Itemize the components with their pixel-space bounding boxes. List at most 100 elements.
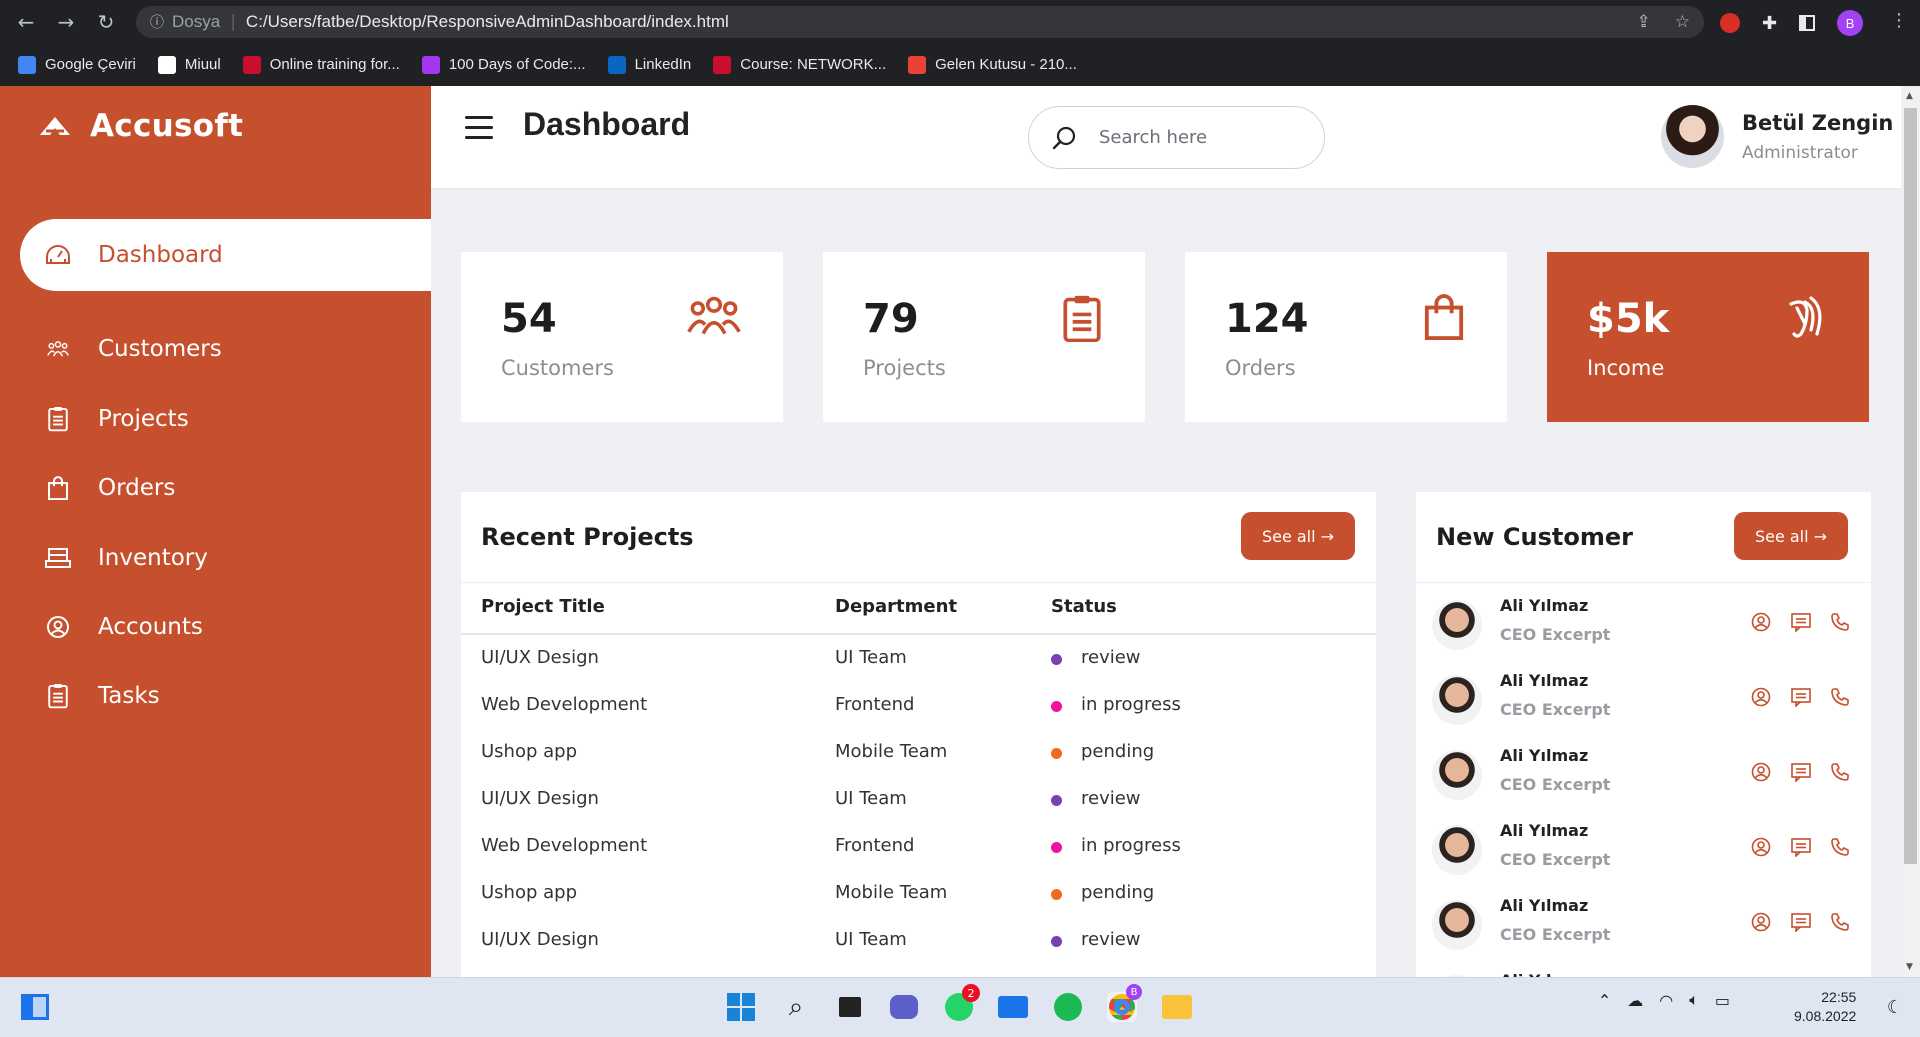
phone-icon[interactable] <box>1830 687 1850 707</box>
bookmark-item[interactable]: Miuul <box>157 55 221 74</box>
user-profile[interactable]: Betül Zengin Administrator <box>1661 105 1893 168</box>
stat-card-orders[interactable]: 124 Orders <box>1185 252 1507 422</box>
customer-avatar[interactable] <box>1432 600 1482 650</box>
message-icon[interactable] <box>1790 912 1812 932</box>
see-all-projects-button[interactable]: See all → <box>1241 512 1355 560</box>
table-row[interactable]: Web Development Frontend in progress <box>461 823 1376 870</box>
notifications-moon-icon[interactable]: ☾ <box>1880 992 1910 1022</box>
scrollbar-thumb[interactable] <box>1904 108 1917 864</box>
url-text[interactable]: C:/Users/fatbe/Desktop/ResponsiveAdminDa… <box>246 12 729 32</box>
hamburger-menu-icon[interactable] <box>465 116 493 146</box>
phone-icon[interactable] <box>1830 612 1850 632</box>
customer-avatar[interactable] <box>1432 900 1482 950</box>
bookmark-item[interactable]: Gelen Kutusu - 210... <box>908 55 1077 74</box>
table-row[interactable]: UI/UX Design UI Team review <box>461 917 1376 964</box>
sidebar-item-accounts[interactable]: Accounts <box>20 591 431 663</box>
bookmark-item[interactable]: Course: NETWORK... <box>713 55 886 74</box>
search-taskbar-icon[interactable]: ⌕ <box>781 992 811 1022</box>
column-header-title[interactable]: Project Title <box>481 596 605 617</box>
forward-icon[interactable]: → <box>46 10 86 34</box>
customer-avatar[interactable] <box>1432 675 1482 725</box>
message-icon[interactable] <box>1790 687 1812 707</box>
customer-name: Ali Yılmaz <box>1500 821 1589 840</box>
phone-icon[interactable] <box>1830 762 1850 782</box>
message-icon[interactable] <box>1790 762 1812 782</box>
table-row[interactable]: UI/UX Design UI Team review <box>461 776 1376 823</box>
customer-list-item[interactable]: Ali Yılmaz CEO Excerpt <box>1416 740 1871 815</box>
table-row[interactable]: UI/UX Design UI Team review <box>461 635 1376 682</box>
chevron-up-icon[interactable]: ⌃ <box>1598 991 1611 1010</box>
kebab-menu-icon[interactable]: ⋮ <box>1890 10 1908 31</box>
bookmark-item[interactable]: Google Çeviri <box>18 55 136 74</box>
message-icon[interactable] <box>1790 612 1812 632</box>
customer-avatar[interactable] <box>1432 825 1482 875</box>
task-view-icon[interactable] <box>835 992 865 1022</box>
sidebar-item-projects[interactable]: Projects <box>20 383 431 455</box>
profile-icon[interactable] <box>1751 837 1771 857</box>
side-panel-icon[interactable] <box>1799 15 1816 31</box>
bookmark-star-icon[interactable]: ☆ <box>1675 12 1690 32</box>
mail-icon[interactable] <box>998 992 1028 1022</box>
bookmark-item[interactable]: LinkedIn <box>607 55 692 74</box>
profile-icon[interactable] <box>1751 912 1771 932</box>
network-blocked-icon[interactable]: ☁ <box>1627 991 1643 1010</box>
column-header-department[interactable]: Department <box>835 596 957 617</box>
customer-avatar[interactable] <box>1432 750 1482 800</box>
column-header-status[interactable]: Status <box>1051 596 1117 617</box>
sidebar-item-tasks[interactable]: Tasks <box>20 660 431 732</box>
profile-icon[interactable] <box>1751 612 1771 632</box>
customer-list-item[interactable]: Ali Yılmaz <box>1416 965 1871 977</box>
page-scrollbar[interactable]: ▲ ▼ <box>1901 86 1920 977</box>
file-explorer-icon[interactable] <box>1162 992 1192 1022</box>
search-box[interactable] <box>1028 106 1325 169</box>
share-icon[interactable]: ⇪ <box>1637 12 1651 32</box>
table-row[interactable]: Web Development Frontend in progress <box>461 682 1376 729</box>
sidebar-item-orders[interactable]: Orders <box>20 452 431 524</box>
see-all-customers-button[interactable]: See all → <box>1734 512 1848 560</box>
customer-list-item[interactable]: Ali Yılmaz CEO Excerpt <box>1416 590 1871 665</box>
phone-icon[interactable] <box>1830 912 1850 932</box>
stat-card-projects[interactable]: 79 Projects <box>823 252 1145 422</box>
bookmark-label: LinkedIn <box>634 56 692 73</box>
customer-list-item[interactable]: Ali Yılmaz CEO Excerpt <box>1416 815 1871 890</box>
widgets-icon[interactable] <box>20 992 50 1022</box>
teams-chat-icon[interactable] <box>889 992 919 1022</box>
bookmark-item[interactable]: Online training for... <box>242 55 400 74</box>
sidebar-item-dashboard[interactable]: Dashboard <box>20 219 431 291</box>
sidebar-item-customers[interactable]: Customers <box>20 313 431 385</box>
clock[interactable]: 22:55 9.08.2022 <box>1794 988 1856 1026</box>
bag-icon <box>40 476 76 500</box>
back-icon[interactable]: ← <box>6 10 46 34</box>
table-row[interactable]: Ushop app Mobile Team pending <box>461 729 1376 776</box>
scroll-up-icon[interactable]: ▲ <box>1906 91 1913 101</box>
wifi-icon[interactable]: ◠ <box>1659 991 1673 1010</box>
address-bar[interactable]: ⓘ Dosya | C:/Users/fatbe/Desktop/Respons… <box>136 6 1704 38</box>
chrome-icon[interactable]: B <box>1107 984 1142 1022</box>
avatar[interactable] <box>1661 105 1724 168</box>
message-icon[interactable] <box>1790 837 1812 857</box>
profile-avatar[interactable]: B <box>1837 10 1864 36</box>
table-row[interactable]: Ushop app Mobile Team pending <box>461 870 1376 917</box>
stat-card-income[interactable]: $5k Income <box>1547 252 1869 422</box>
reload-icon[interactable]: ↻ <box>86 10 126 34</box>
sidebar-item-inventory[interactable]: Inventory <box>20 522 431 594</box>
profile-icon[interactable] <box>1751 762 1771 782</box>
battery-icon[interactable]: ▭ <box>1715 991 1730 1010</box>
windows-start-icon[interactable] <box>726 992 756 1022</box>
info-icon[interactable]: ⓘ <box>150 12 164 32</box>
divider <box>1416 582 1871 583</box>
phone-icon[interactable] <box>1830 837 1850 857</box>
stat-card-customers[interactable]: 54 Customers <box>461 252 783 422</box>
extension-shield-icon[interactable] <box>1720 13 1740 33</box>
search-input[interactable] <box>1099 127 1299 148</box>
extensions-puzzle-icon[interactable]: ✚ <box>1762 13 1777 34</box>
profile-icon[interactable] <box>1751 687 1771 707</box>
whatsapp-icon[interactable]: 2 <box>944 984 980 1022</box>
customer-list-item[interactable]: Ali Yılmaz CEO Excerpt <box>1416 665 1871 740</box>
volume-icon[interactable]: 🔈︎ <box>1689 990 1699 1010</box>
scroll-down-icon[interactable]: ▼ <box>1906 962 1913 972</box>
bookmark-item[interactable]: 100 Days of Code:... <box>421 55 586 74</box>
customer-list-item[interactable]: Ali Yılmaz CEO Excerpt <box>1416 890 1871 965</box>
spotify-icon[interactable] <box>1053 992 1083 1022</box>
brand[interactable]: Accusoft <box>38 108 243 144</box>
